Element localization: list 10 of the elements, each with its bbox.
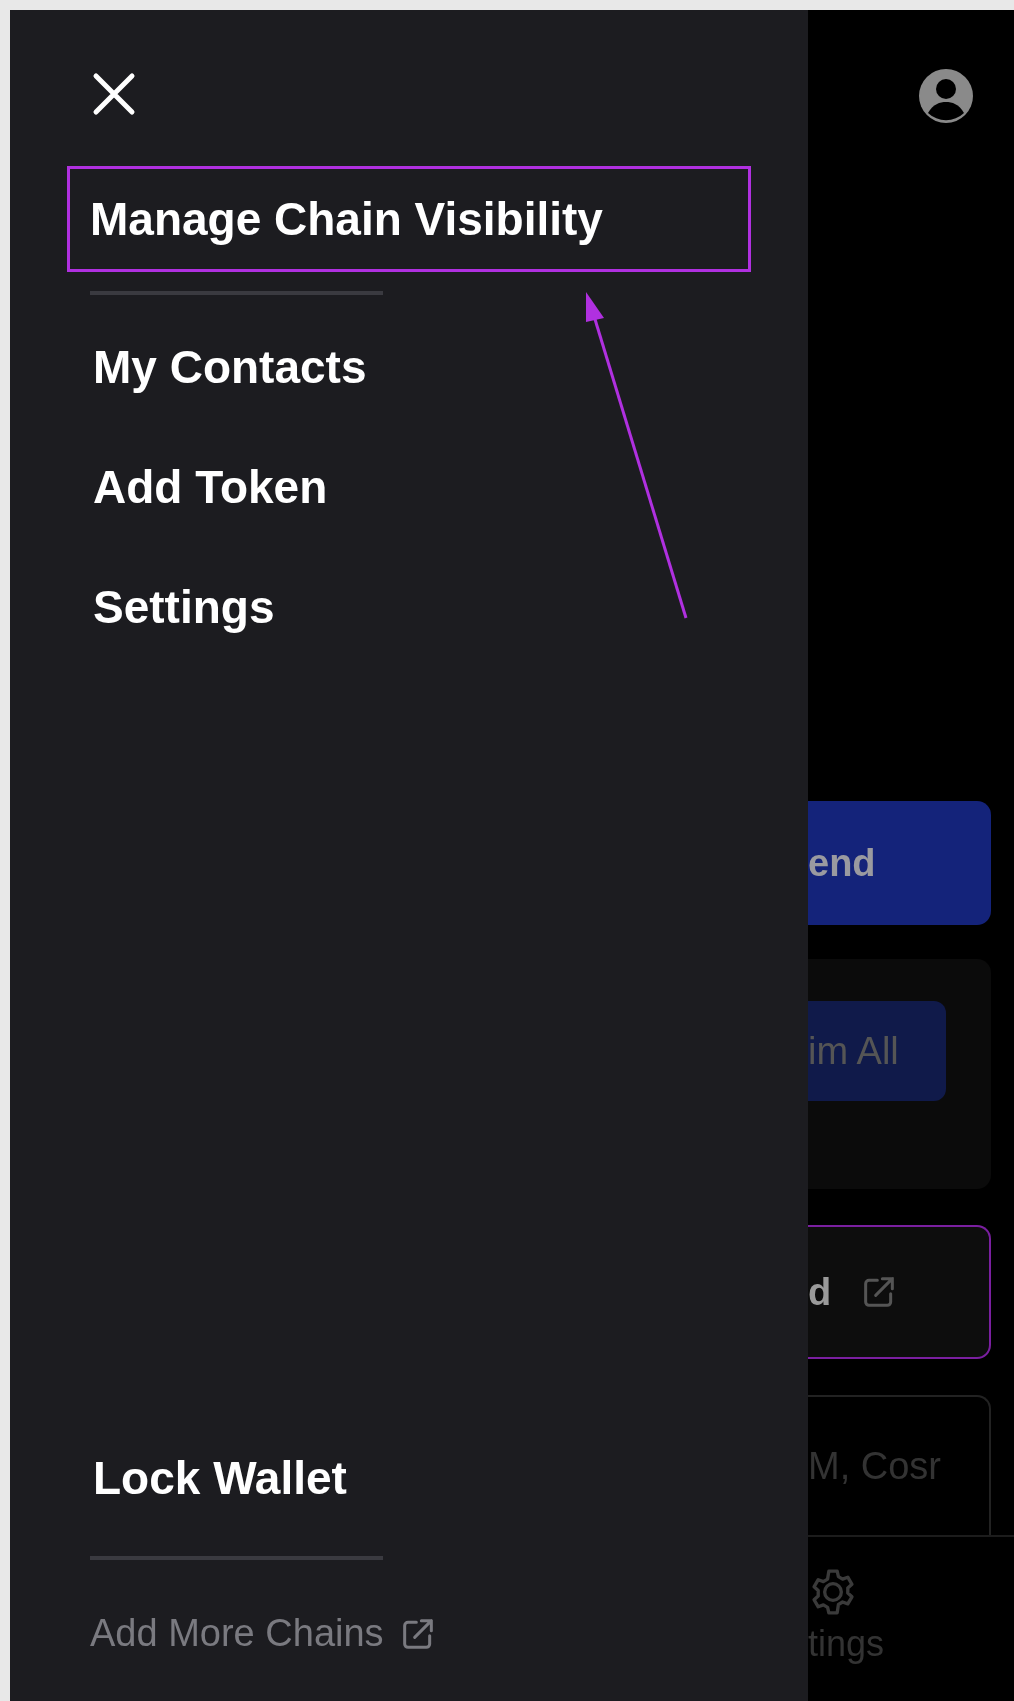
- menu-item[interactable]: My Contacts: [67, 313, 393, 421]
- menu-item[interactable]: Add Token: [67, 433, 354, 541]
- add-chains-link[interactable]: Add More Chains: [90, 1612, 438, 1655]
- user-avatar-icon[interactable]: [918, 68, 974, 124]
- send-button[interactable]: end: [808, 801, 991, 925]
- menu-item[interactable]: Manage Chain Visibility: [67, 166, 751, 272]
- link-button[interactable]: d: [808, 1225, 991, 1359]
- close-icon[interactable]: [92, 72, 136, 116]
- lock-wallet-button[interactable]: Lock Wallet: [67, 1424, 373, 1532]
- menu-item[interactable]: Settings: [67, 553, 301, 661]
